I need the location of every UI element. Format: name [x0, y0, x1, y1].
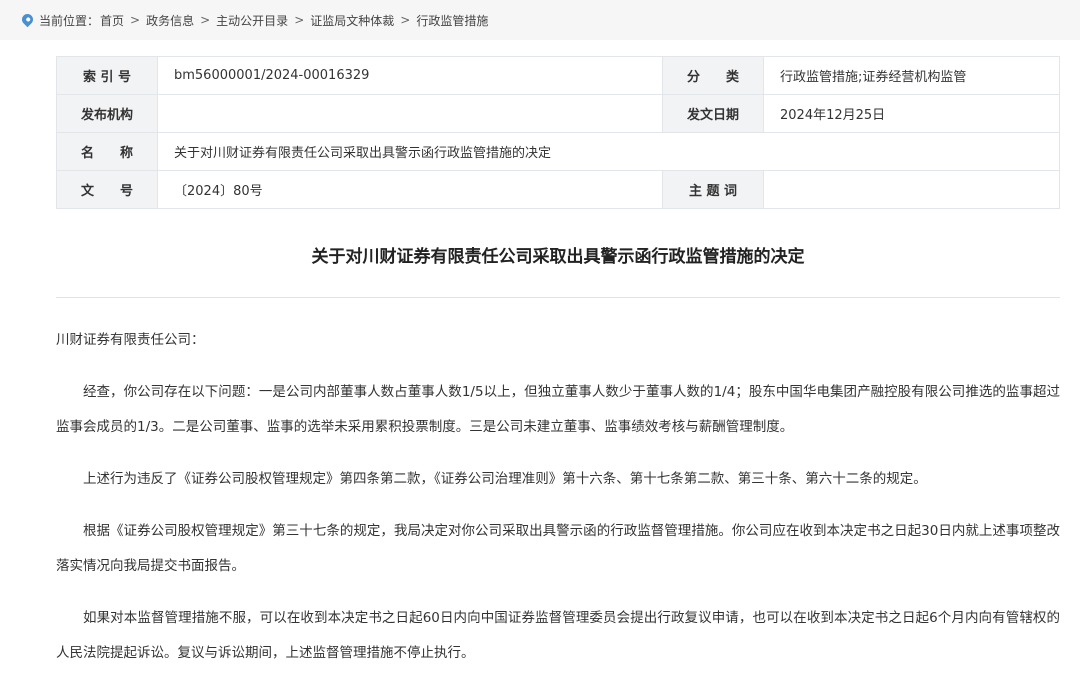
subject-label: 主 题 词	[662, 170, 764, 209]
paragraph-appeal: 如果对本监督管理措施不服，可以在收到本决定书之日起60日内向中国证券监督管理委员…	[56, 610, 1060, 661]
document-title: 关于对川财证券有限责任公司采取出具警示函行政监管措施的决定	[311, 247, 805, 267]
breadcrumb-separator: >	[130, 13, 141, 27]
date-value: 2024年12月25日	[763, 94, 1060, 133]
table-row: 名 称 关于对川财证券有限责任公司采取出具警示函行政监管措施的决定	[56, 132, 1060, 171]
location-pin-icon	[19, 11, 36, 27]
document-metadata-table: 索 引 号 bm56000001/2024-00016329 分 类 行政监管措…	[56, 56, 1060, 209]
docno-value: 〔2024〕80号	[157, 170, 663, 209]
breadcrumb-disclosure-catalog[interactable]: 主动公开目录	[216, 12, 288, 29]
issuer-label: 发布机构	[56, 94, 158, 133]
table-row: 文 号 〔2024〕80号 主 题 词	[56, 170, 1060, 209]
category-value: 行政监管措施;证券经营机构监管	[763, 56, 1060, 95]
table-row: 发布机构 发文日期 2024年12月25日	[56, 94, 1060, 133]
category-label: 分 类	[662, 56, 764, 95]
breadcrumb-document-types[interactable]: 证监局文种体裁	[310, 12, 394, 29]
name-value: 关于对川财证券有限责任公司采取出具警示函行政监管措施的决定	[157, 132, 1060, 171]
breadcrumb: 当前位置： 首页 > 政务信息 > 主动公开目录 > 证监局文种体裁 > 行政监…	[0, 0, 1080, 40]
breadcrumb-home[interactable]: 首页	[100, 12, 124, 29]
breadcrumb-separator: >	[294, 13, 305, 27]
breadcrumb-separator: >	[200, 13, 211, 27]
breadcrumb-prefix: 当前位置：	[39, 13, 100, 28]
paragraph-decision: 根据《证券公司股权管理规定》第三十七条的规定，我局决定对你公司采取出具警示函的行…	[56, 523, 1060, 574]
breadcrumb-separator: >	[400, 13, 411, 27]
name-label: 名 称	[56, 132, 158, 171]
document-body: 川财证券有限责任公司： 经查，你公司存在以下问题：一是公司内部董事人数占董事人数…	[56, 323, 1060, 688]
subject-value	[763, 170, 1060, 209]
divider	[56, 297, 1060, 298]
paragraph-findings: 经查，你公司存在以下问题：一是公司内部董事人数占董事人数1/5以上，但独立董事人…	[56, 384, 1060, 435]
breadcrumb-admin-measures[interactable]: 行政监管措施	[416, 12, 488, 29]
salutation: 川财证券有限责任公司：	[56, 332, 205, 348]
docno-label: 文 号	[56, 170, 158, 209]
issuer-value	[157, 94, 663, 133]
index-value: bm56000001/2024-00016329	[157, 56, 663, 95]
table-row: 索 引 号 bm56000001/2024-00016329 分 类 行政监管措…	[56, 56, 1060, 95]
date-label: 发文日期	[662, 94, 764, 133]
index-label: 索 引 号	[56, 56, 158, 95]
breadcrumb-government-info[interactable]: 政务信息	[146, 12, 194, 29]
paragraph-violations: 上述行为违反了《证券公司股权管理规定》第四条第二款，《证券公司治理准则》第十六条…	[83, 471, 927, 487]
